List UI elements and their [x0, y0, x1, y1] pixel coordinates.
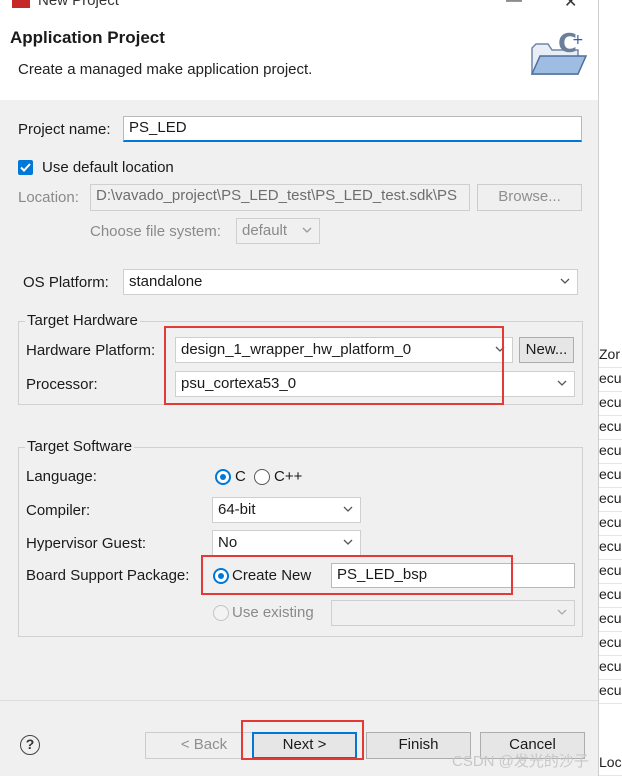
- chevron-down-icon: [343, 506, 353, 512]
- hypervisor-select[interactable]: No: [212, 530, 361, 556]
- background-line: ecu: [599, 370, 622, 392]
- minimize-icon[interactable]: —: [506, 0, 522, 10]
- close-icon[interactable]: ✕: [564, 0, 577, 12]
- background-line: ecu: [599, 394, 622, 416]
- help-icon[interactable]: ?: [20, 735, 40, 755]
- background-line: ecu: [599, 490, 622, 512]
- page-title: Application Project: [10, 28, 165, 47]
- watermark: CSDN @发光的沙子: [452, 753, 589, 770]
- background-line: ecu: [599, 658, 622, 680]
- new-c-project-folder-icon: C +: [528, 29, 588, 82]
- chevron-down-icon: [302, 227, 312, 233]
- use-existing-bsp-label: Use existing: [232, 604, 314, 621]
- language-c-radio[interactable]: [215, 469, 231, 485]
- location-label: Location:: [18, 189, 79, 206]
- chevron-down-icon: [560, 278, 570, 284]
- target-software-title: Target Software: [25, 438, 135, 455]
- button-bar-divider: [0, 700, 598, 701]
- browse-button[interactable]: Browse...: [477, 184, 582, 211]
- page-description: Create a managed make application projec…: [18, 61, 313, 78]
- background-line: ecu: [599, 586, 622, 608]
- language-c-label: C: [235, 468, 246, 485]
- os-platform-value: standalone: [129, 273, 203, 290]
- file-system-select[interactable]: default: [236, 218, 320, 244]
- background-line: Zor: [599, 346, 622, 368]
- background-line: ecu: [599, 418, 622, 440]
- compiler-select[interactable]: 64-bit: [212, 497, 361, 523]
- background-line: ecu: [599, 562, 622, 584]
- window-title: New Project: [38, 0, 119, 9]
- highlight-box-bsp: [201, 555, 513, 595]
- compiler-value: 64-bit: [218, 501, 256, 518]
- compiler-label: Compiler:: [26, 502, 91, 519]
- background-line: ecu: [599, 514, 622, 536]
- app-icon: [12, 0, 30, 8]
- use-default-location-checkbox[interactable]: [18, 160, 33, 175]
- use-default-location-label: Use default location: [42, 159, 174, 176]
- target-hardware-title: Target Hardware: [25, 312, 140, 329]
- file-system-label: Choose file system:: [90, 223, 221, 240]
- os-platform-label: OS Platform:: [23, 274, 109, 291]
- highlight-box-next: [241, 720, 364, 760]
- existing-bsp-select[interactable]: [331, 600, 575, 626]
- hardware-platform-label: Hardware Platform:: [26, 342, 156, 359]
- background-line: ecu: [599, 442, 622, 464]
- language-label: Language:: [26, 468, 97, 485]
- hypervisor-value: No: [218, 534, 238, 551]
- chevron-down-icon: [557, 380, 567, 386]
- language-cpp-radio[interactable]: [254, 469, 270, 485]
- chevron-down-icon: [343, 539, 353, 545]
- file-system-value: default: [242, 222, 288, 239]
- project-name-label: Project name:: [18, 121, 111, 138]
- background-line: ecu: [599, 466, 622, 488]
- use-existing-bsp-radio[interactable]: [213, 605, 229, 621]
- hypervisor-label: Hypervisor Guest:: [26, 535, 147, 552]
- location-input[interactable]: D:\vavado_project\PS_LED_test\PS_LED_tes…: [90, 184, 470, 211]
- new-hardware-platform-button[interactable]: New...: [519, 337, 574, 363]
- processor-label: Processor:: [26, 376, 98, 393]
- language-cpp-label: C++: [274, 468, 303, 485]
- chevron-down-icon: [557, 609, 567, 615]
- background-line: ecu: [599, 682, 622, 704]
- project-name-input[interactable]: PS_LED: [123, 116, 582, 142]
- background-line: Loc: [599, 754, 622, 776]
- svg-text:+: +: [572, 32, 584, 48]
- background-line: ecu: [599, 610, 622, 632]
- background-line: ecu: [599, 538, 622, 560]
- background-line: ecu: [599, 634, 622, 656]
- check-icon: [20, 163, 31, 172]
- bsp-label: Board Support Package:: [26, 567, 190, 584]
- os-platform-select[interactable]: standalone: [123, 269, 578, 295]
- highlight-box-hardware: [164, 326, 504, 405]
